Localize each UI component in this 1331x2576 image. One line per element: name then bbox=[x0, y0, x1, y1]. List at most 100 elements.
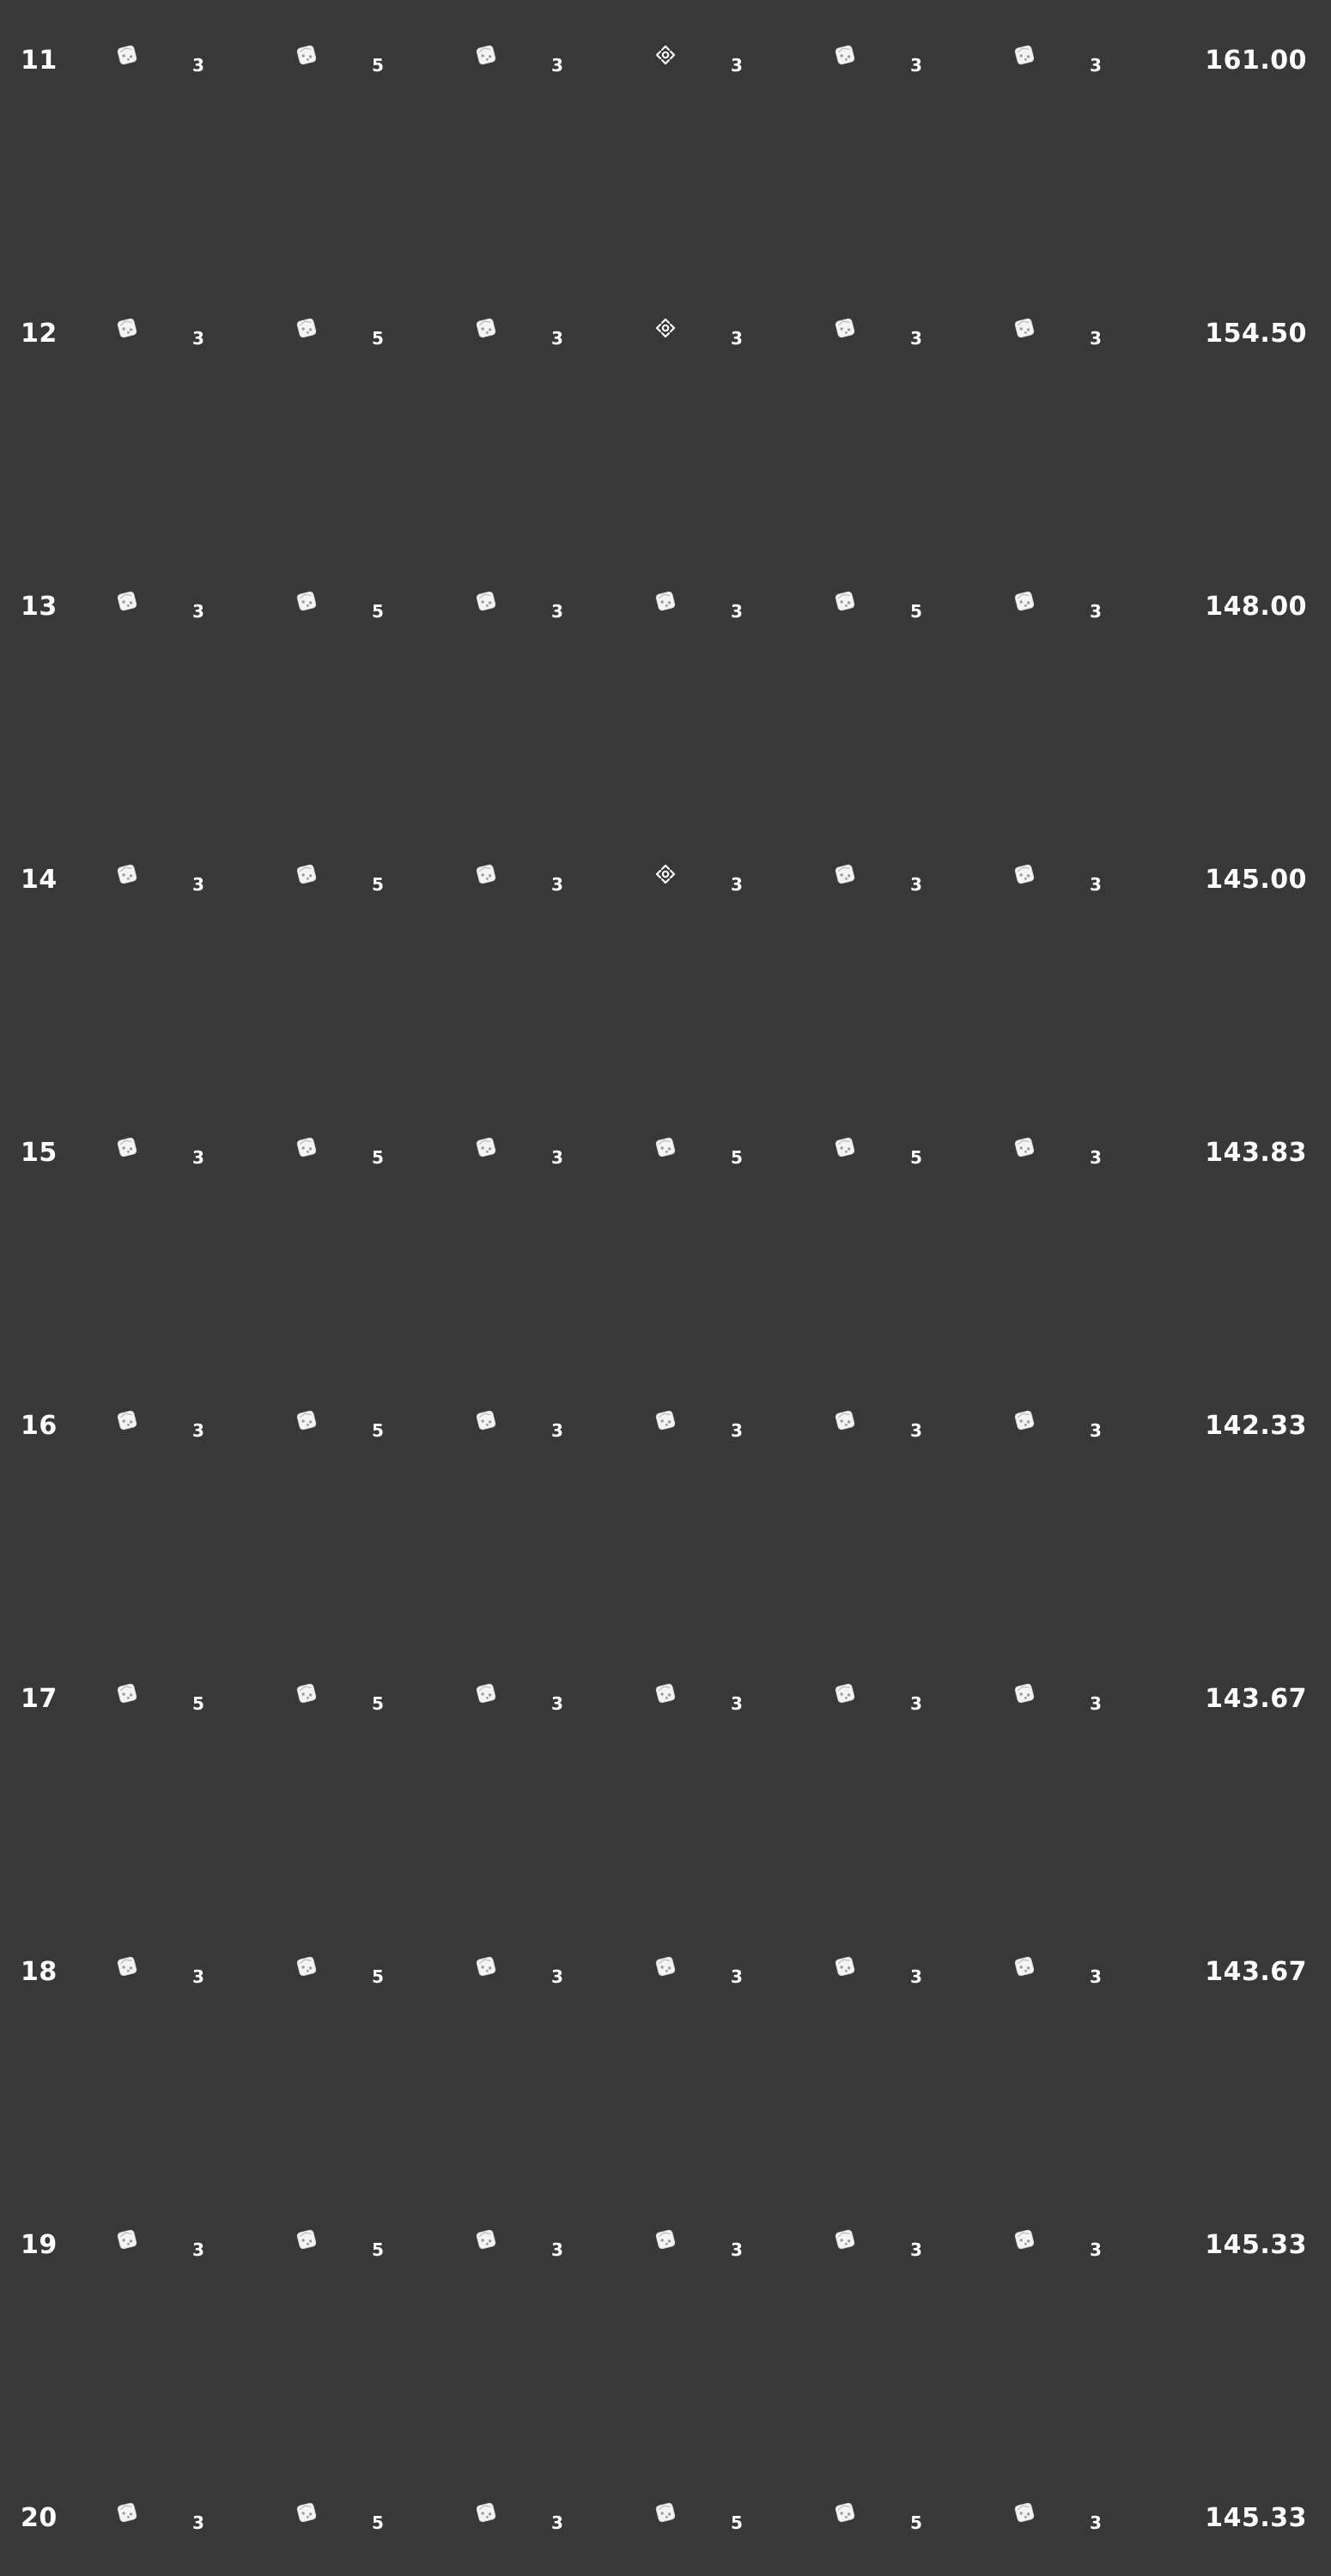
die-value: 3 bbox=[1090, 328, 1102, 349]
die-value: 5 bbox=[910, 2512, 922, 2533]
die-cell: 3 bbox=[1012, 1135, 1184, 1187]
die-cell: 3 bbox=[474, 1408, 646, 1460]
die-value: 3 bbox=[551, 55, 563, 76]
die-value: 5 bbox=[910, 1147, 922, 1168]
die-value: 3 bbox=[910, 1966, 922, 1987]
die-cell: 5 bbox=[653, 1135, 825, 1187]
die-cell: 5 bbox=[295, 1681, 466, 1733]
die-cell: 3 bbox=[1012, 2500, 1184, 2552]
row-index: 20 bbox=[21, 2503, 58, 2533]
die-value: 3 bbox=[551, 2512, 563, 2533]
die-cell: 3 bbox=[115, 1408, 287, 1460]
die-icon bbox=[295, 1681, 319, 1705]
die-value: 5 bbox=[372, 1693, 384, 1714]
die-cell: 3 bbox=[653, 589, 825, 641]
die-icon bbox=[115, 316, 139, 340]
result-row: 20 3 5 3 5 5 3 145.33 bbox=[0, 2500, 1331, 2552]
row-index: 15 bbox=[21, 1138, 58, 1168]
row-total: 154.50 bbox=[1205, 319, 1307, 349]
die-icon bbox=[1012, 862, 1036, 886]
die-value: 3 bbox=[551, 601, 563, 622]
result-row: 14 3 5 3 3 3 3 145.00 bbox=[0, 862, 1331, 914]
die-cell: 5 bbox=[295, 2227, 466, 2279]
die-cell: 3 bbox=[833, 2227, 1005, 2279]
die-cell: 3 bbox=[115, 43, 287, 94]
die-cell: 3 bbox=[474, 1681, 646, 1733]
die-icon bbox=[474, 1408, 498, 1432]
die-value: 3 bbox=[551, 1420, 563, 1441]
row-total: 148.00 bbox=[1205, 592, 1307, 622]
die-icon bbox=[474, 2500, 498, 2524]
die-icon bbox=[1012, 2227, 1036, 2251]
die-cell: 3 bbox=[653, 316, 825, 368]
die-cell: 5 bbox=[833, 2500, 1005, 2552]
die-cell: 5 bbox=[653, 2500, 825, 2552]
die-cell: 3 bbox=[474, 1954, 646, 2006]
die-value: 3 bbox=[1090, 1966, 1102, 1987]
die-value: 3 bbox=[192, 2239, 204, 2260]
die-cell: 3 bbox=[653, 1408, 825, 1460]
die-icon bbox=[653, 589, 678, 613]
row-index: 14 bbox=[21, 865, 58, 895]
die-value: 3 bbox=[551, 1693, 563, 1714]
die-cell: 3 bbox=[653, 2227, 825, 2279]
die-icon bbox=[474, 1135, 498, 1159]
die-value: 5 bbox=[372, 1420, 384, 1441]
die-icon bbox=[474, 316, 498, 340]
die-icon bbox=[115, 1408, 139, 1432]
die-icon bbox=[295, 862, 319, 886]
die-icon bbox=[474, 1954, 498, 1978]
die-cell: 3 bbox=[833, 862, 1005, 914]
move-arrows-icon bbox=[653, 316, 678, 340]
die-value: 3 bbox=[551, 1966, 563, 1987]
die-icon bbox=[115, 2227, 139, 2251]
row-index: 11 bbox=[21, 46, 58, 76]
row-index: 18 bbox=[21, 1957, 58, 1987]
die-cell: 3 bbox=[115, 1135, 287, 1187]
die-icon bbox=[295, 1135, 319, 1159]
die-cell: 3 bbox=[833, 1681, 1005, 1733]
row-total: 143.83 bbox=[1205, 1138, 1307, 1168]
die-value: 3 bbox=[731, 1693, 743, 1714]
die-value: 3 bbox=[910, 1693, 922, 1714]
die-value: 5 bbox=[192, 1693, 204, 1714]
move-arrows-icon bbox=[653, 43, 678, 67]
die-icon bbox=[115, 1954, 139, 1978]
die-icon bbox=[115, 1135, 139, 1159]
result-row: 17 5 5 3 3 3 3 143.67 bbox=[0, 1681, 1331, 1733]
die-cell: 3 bbox=[1012, 862, 1184, 914]
die-icon bbox=[295, 1408, 319, 1432]
die-cell: 3 bbox=[474, 1135, 646, 1187]
die-icon bbox=[1012, 43, 1036, 67]
die-icon bbox=[833, 1681, 857, 1705]
die-value: 3 bbox=[551, 1147, 563, 1168]
die-icon bbox=[474, 43, 498, 67]
die-value: 3 bbox=[192, 1420, 204, 1441]
die-value: 3 bbox=[192, 1966, 204, 1987]
die-cell: 3 bbox=[115, 2227, 287, 2279]
die-cell: 3 bbox=[115, 2500, 287, 2552]
die-icon bbox=[833, 2500, 857, 2524]
die-value: 3 bbox=[551, 874, 563, 895]
die-cell: 3 bbox=[474, 43, 646, 94]
die-value: 5 bbox=[731, 2512, 743, 2533]
die-icon bbox=[653, 1954, 678, 1978]
die-icon bbox=[1012, 589, 1036, 613]
row-index: 19 bbox=[21, 2230, 58, 2260]
die-icon bbox=[474, 1681, 498, 1705]
die-cell: 3 bbox=[1012, 1408, 1184, 1460]
die-value: 3 bbox=[910, 55, 922, 76]
die-value: 3 bbox=[910, 874, 922, 895]
die-icon bbox=[1012, 1954, 1036, 1978]
die-icon bbox=[115, 589, 139, 613]
die-icon bbox=[115, 43, 139, 67]
die-cell: 3 bbox=[1012, 43, 1184, 94]
die-value: 3 bbox=[910, 1420, 922, 1441]
die-cell: 3 bbox=[1012, 589, 1184, 641]
die-icon bbox=[833, 1135, 857, 1159]
die-value: 3 bbox=[551, 328, 563, 349]
die-icon bbox=[115, 1681, 139, 1705]
row-total: 142.33 bbox=[1205, 1411, 1307, 1441]
die-value: 5 bbox=[372, 2512, 384, 2533]
die-value: 3 bbox=[910, 328, 922, 349]
